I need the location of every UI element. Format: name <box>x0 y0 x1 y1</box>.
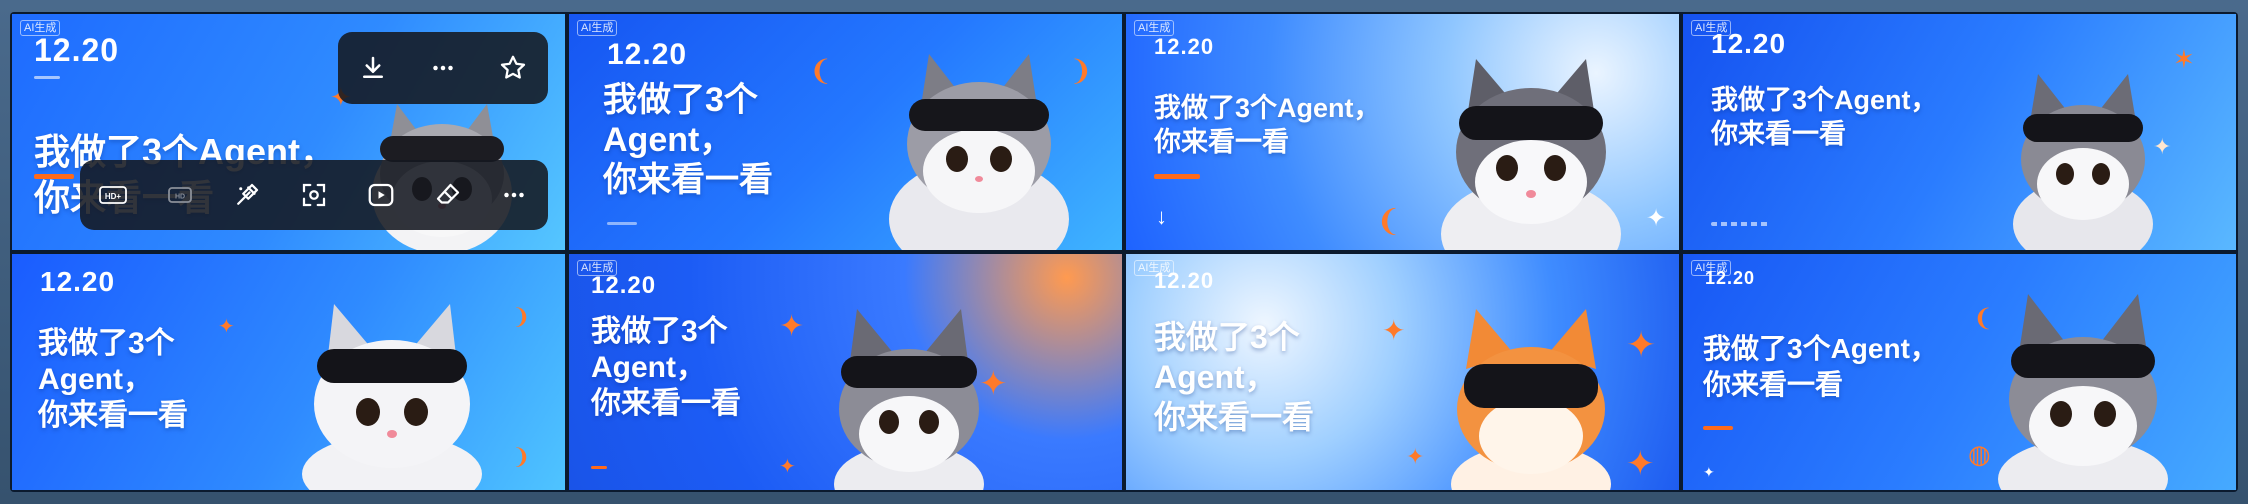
flame-icon: ❩ <box>512 444 531 469</box>
sparkle-icon: ✦ <box>1646 205 1667 232</box>
decorative-stripes <box>1711 222 1771 226</box>
ai-generated-badge: AI生成 <box>577 20 618 36</box>
headline-line-1: 我做了3个Agent， <box>1711 85 1938 115</box>
headline-line-2: 你来看一看 <box>1711 119 1846 149</box>
date-label: 12.20 <box>1154 268 1215 293</box>
divider <box>34 76 60 79</box>
arrow-down-icon: ↓ <box>1156 204 1167 229</box>
date-label: 12.20 <box>591 272 657 299</box>
more-icon <box>433 65 453 71</box>
image-tile-5[interactable]: 12.20 我做了3个 Agent， 你来看一看 ✦ ❩ ❩ <box>12 254 565 490</box>
headline-line-3: 你来看一看 <box>1154 399 1315 435</box>
image-action-toolbar <box>338 32 548 104</box>
sparkle-icon: ✦ <box>1382 315 1406 346</box>
headline-line-2: Agent， <box>38 363 153 396</box>
image-edit-toolbar: HD+ HD <box>80 160 548 230</box>
sparkle-icon: ✦ <box>1626 324 1657 365</box>
accent-bar <box>34 174 74 179</box>
accent-bar <box>1154 174 1200 179</box>
date-label: 12.20 <box>607 38 688 71</box>
headline-line-2: Agent， <box>591 351 706 384</box>
headline-line-1: 我做了3个 <box>603 81 758 119</box>
cat-mascot-illustration <box>889 54 1069 250</box>
cat-mascot-illustration <box>1441 59 1621 250</box>
headline-line-2: Agent， <box>603 121 734 159</box>
accent-bar <box>1703 426 1733 430</box>
accent-bar <box>591 466 607 469</box>
headline-line-1: 我做了3个 <box>591 315 728 348</box>
image-grid-viewer: AI生成 12.20 我做了3个Agent， 你来看一看 ✦ AI生成 12.2… <box>0 0 2248 504</box>
sparkle-icon: ✦ <box>779 456 796 478</box>
headline-line-1: 我做了3个Agent， <box>1154 93 1381 123</box>
flame-icon: ❩ <box>1069 55 1093 86</box>
crop-expand-icon <box>302 183 326 207</box>
cat-mascot-illustration <box>1451 309 1611 490</box>
headline-line-2: 你来看一看 <box>1154 127 1289 157</box>
image-tile-8[interactable]: AI生成 12.20 我做了3个Agent， 你来看一看 ❨ ◍ ✦ <box>1683 254 2236 490</box>
date-label: 12.20 <box>40 266 116 297</box>
flame-icon: ❨ <box>1376 205 1402 238</box>
headline-line-3: 你来看一看 <box>603 161 773 199</box>
date-label: 12.20 <box>1705 268 1756 288</box>
eraser-icon <box>436 183 459 204</box>
headline-line-2: 你来看一看 <box>1703 369 1844 400</box>
image-tile-6[interactable]: AI生成 12.20 我做了3个 Agent， 你来看一看 ✦ ✦ ✦ <box>569 254 1122 490</box>
download-icon <box>363 56 383 78</box>
date-label: 12.20 <box>1711 28 1787 59</box>
more-options-button[interactable] <box>423 48 463 88</box>
expand-crop-button[interactable] <box>294 175 334 215</box>
sparkle-icon: ✦ <box>1626 445 1655 483</box>
divider <box>607 222 637 225</box>
sparkle-icon: ✦ <box>1703 464 1715 480</box>
sparkle-icon: ✦ <box>2153 134 2172 159</box>
svg-text:HD+: HD+ <box>105 192 122 201</box>
flame-icon: ❨ <box>1973 305 1994 332</box>
sparkle-icon: ✦ <box>979 365 1008 403</box>
headline-line-1: 我做了3个 <box>1154 319 1300 355</box>
more-edit-options-button[interactable] <box>494 175 534 215</box>
sparkle-icon: ✦ <box>218 316 235 338</box>
upscale-hd-plus-button[interactable]: HD+ <box>93 175 133 215</box>
headline-line-3: 你来看一看 <box>591 387 741 420</box>
favorite-button[interactable] <box>493 48 533 88</box>
date-label: 12.20 <box>1154 34 1215 59</box>
headline-line-3: 你来看一看 <box>38 399 188 432</box>
image-tile-7[interactable]: AI生成 12.20 我做了3个 Agent， 你来看一看 ✦ ✦ ✦ ✦ <box>1126 254 1679 490</box>
hd-icon: HD <box>168 187 193 203</box>
animate-video-button[interactable] <box>361 175 401 215</box>
play-icon <box>368 183 394 207</box>
headline-line-1: 我做了3个Agent， <box>1703 333 1938 364</box>
image-tile-3[interactable]: AI生成 12.20 我做了3个Agent， 你来看一看 ↓ ❨ ✦ <box>1126 14 1679 250</box>
planet-icon: ◍ <box>1968 439 1991 469</box>
hd-plus-icon: HD+ <box>99 186 128 204</box>
cat-mascot-illustration <box>302 304 482 490</box>
svg-text:HD: HD <box>175 194 185 201</box>
sparkle-icon: ✦ <box>779 310 805 343</box>
more-icon <box>504 192 525 198</box>
date-label: 12.20 <box>34 32 120 68</box>
cat-mascot-illustration <box>1998 294 2168 490</box>
image-tile-2[interactable]: AI生成 12.20 我做了3个 Agent， 你来看一看 ❨ ❩ <box>569 14 1122 250</box>
image-tile-4[interactable]: AI生成 12.20 我做了3个Agent， 你来看一看 ✶ ✦ <box>1683 14 2236 250</box>
erase-button[interactable] <box>428 175 468 215</box>
flame-icon: ❨ <box>809 55 833 86</box>
sparkle-icon: ✦ <box>1406 444 1425 469</box>
upscale-hd-button[interactable]: HD <box>160 175 200 215</box>
flame-icon: ❩ <box>512 304 531 329</box>
magic-edit-button[interactable] <box>227 175 267 215</box>
magic-brush-icon <box>237 183 259 205</box>
download-button[interactable] <box>353 48 393 88</box>
headline-line-1: 我做了3个 <box>38 327 175 360</box>
burst-icon: ✶ <box>2173 44 2195 74</box>
headline-line-2: Agent， <box>1154 359 1277 395</box>
star-icon <box>500 55 526 79</box>
